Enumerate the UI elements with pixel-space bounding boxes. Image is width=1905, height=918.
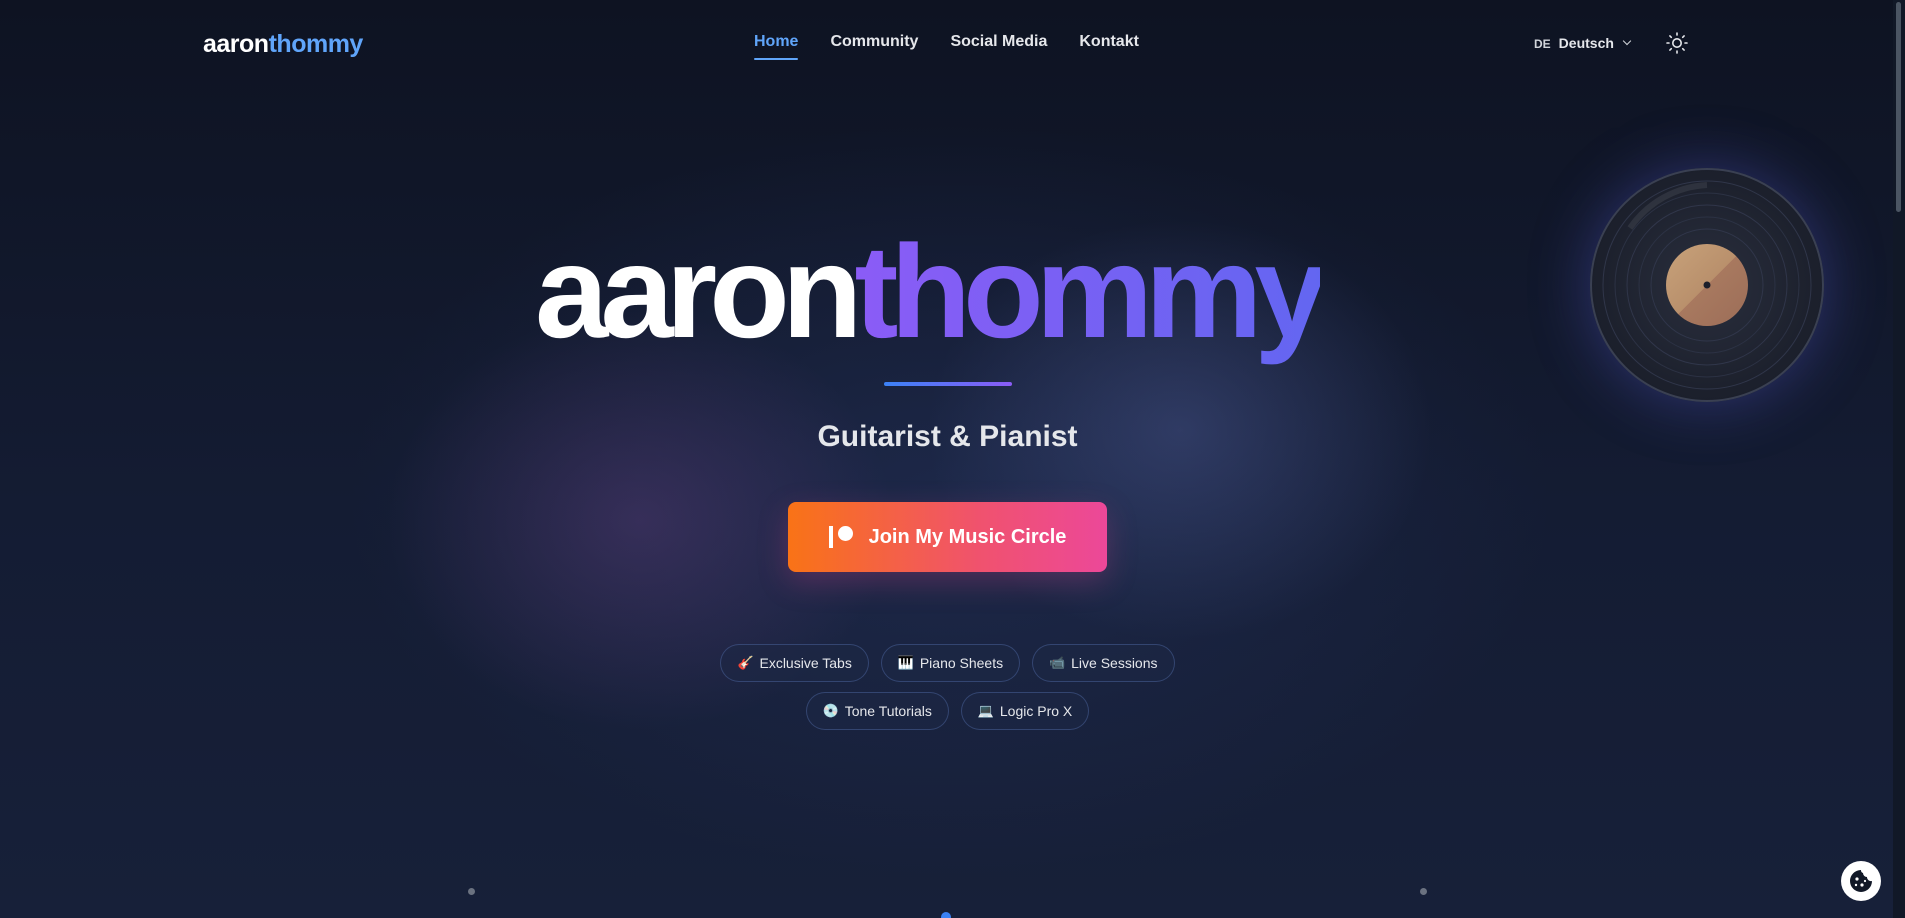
hero-subtitle: Guitarist & Pianist bbox=[817, 420, 1078, 453]
patreon-icon bbox=[828, 525, 855, 549]
nav-link-home[interactable]: Home bbox=[754, 33, 799, 60]
vertical-scrollbar[interactable] bbox=[1893, 0, 1905, 918]
chip-exclusive-tabs[interactable]: 🎸 Exclusive Tabs bbox=[720, 644, 869, 682]
title-underline bbox=[884, 382, 1012, 386]
nav-link-social-media[interactable]: Social Media bbox=[950, 33, 1047, 51]
chevron-down-icon bbox=[1622, 36, 1632, 46]
site-logo[interactable]: aaronthommy bbox=[203, 30, 363, 59]
chip-logic-pro-x[interactable]: 💻 Logic Pro X bbox=[960, 692, 1090, 730]
hero-title-part1: aaron bbox=[535, 218, 862, 365]
chip-live-sessions[interactable]: 📹 Live Sessions bbox=[1032, 644, 1175, 682]
hero-title: aaronthommy bbox=[535, 226, 1365, 358]
cookie-icon bbox=[1850, 870, 1872, 892]
join-music-circle-button[interactable]: Join My Music Circle bbox=[788, 502, 1107, 572]
guitar-icon: 🎸 bbox=[737, 655, 754, 671]
logo-text-part1: aaron bbox=[203, 30, 269, 58]
sun-icon bbox=[1666, 32, 1688, 54]
cookie-settings-button[interactable] bbox=[1841, 861, 1881, 901]
theme-toggle-button[interactable] bbox=[1665, 31, 1689, 55]
nav-link-community[interactable]: Community bbox=[830, 33, 918, 51]
logo-text-part2: thommy bbox=[268, 30, 364, 58]
feature-chips-row-1: 🎸 Exclusive Tabs 🎹 Piano Sheets 📹 Live S… bbox=[0, 644, 1895, 682]
chip-tone-tutorials[interactable]: 💿 Tone Tutorials bbox=[805, 692, 949, 730]
decor-dot bbox=[468, 888, 475, 895]
chip-piano-sheets[interactable]: 🎹 Piano Sheets bbox=[880, 644, 1021, 682]
decor-dot bbox=[1420, 888, 1427, 895]
page: aaronthommy Home Community Social Media … bbox=[0, 0, 1905, 918]
nav-link-kontakt[interactable]: Kontakt bbox=[1079, 33, 1139, 51]
piano-icon: 🎹 bbox=[897, 655, 915, 671]
language-selector[interactable]: DE Deutsch bbox=[1534, 34, 1632, 51]
laptop-icon: 💻 bbox=[977, 703, 995, 719]
camera-icon: 📹 bbox=[1049, 655, 1066, 671]
disc-icon: 💿 bbox=[822, 703, 839, 719]
hero-title-part2: thommy bbox=[854, 218, 1327, 365]
top-nav: aaronthommy Home Community Social Media … bbox=[0, 0, 1905, 86]
chip-label: Logic Pro X bbox=[999, 703, 1073, 719]
scrollbar-thumb[interactable] bbox=[1896, 2, 1901, 212]
chip-label: Exclusive Tabs bbox=[759, 655, 852, 671]
chip-label: Live Sessions bbox=[1071, 655, 1158, 671]
chip-label: Piano Sheets bbox=[919, 655, 1004, 671]
cta-label: Join My Music Circle bbox=[868, 525, 1067, 548]
language-code: DE bbox=[1534, 37, 1551, 51]
chip-label: Tone Tutorials bbox=[844, 703, 932, 719]
feature-chips-row-2: 💿 Tone Tutorials 💻 Logic Pro X bbox=[0, 692, 1895, 730]
vinyl-record-icon bbox=[1590, 168, 1824, 402]
scroll-indicator[interactable] bbox=[941, 912, 951, 918]
language-name: Deutsch bbox=[1558, 34, 1614, 51]
nav-links: Home Community Social Media Kontakt bbox=[754, 33, 1139, 60]
